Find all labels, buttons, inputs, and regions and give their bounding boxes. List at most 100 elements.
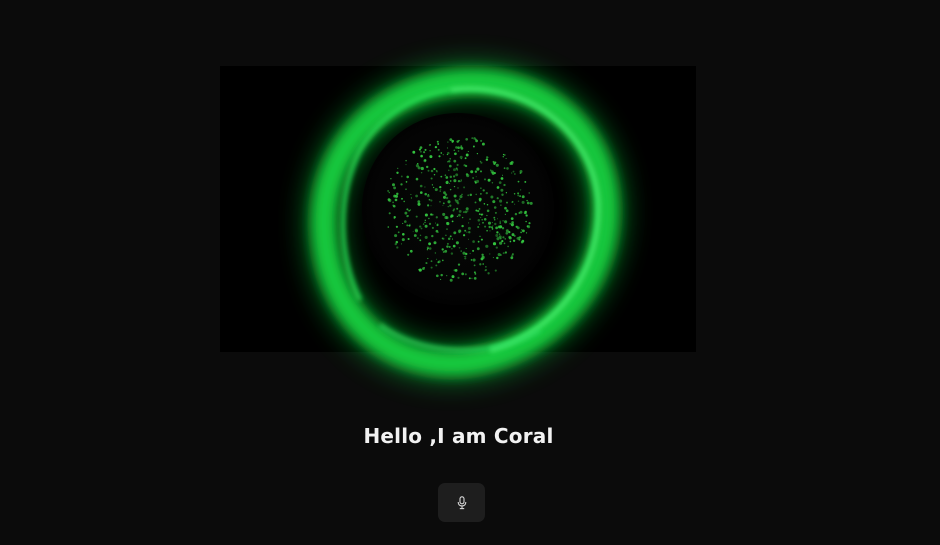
orb-particle bbox=[511, 253, 514, 256]
orb-particle bbox=[525, 220, 527, 223]
orb-particle bbox=[447, 205, 450, 208]
orb-particle bbox=[518, 238, 521, 241]
orb-particle bbox=[420, 227, 423, 230]
orb-particle bbox=[424, 213, 428, 217]
orb-particle bbox=[448, 160, 451, 163]
orb-particle bbox=[453, 179, 457, 183]
orb-particle bbox=[430, 177, 433, 180]
orb-particle bbox=[481, 253, 484, 256]
voice-orb bbox=[300, 50, 630, 390]
orb-particle bbox=[496, 218, 499, 220]
orb-particle bbox=[433, 241, 437, 245]
orb-particle bbox=[460, 181, 462, 183]
orb-particle bbox=[478, 213, 481, 215]
orb-particle bbox=[496, 256, 499, 260]
orb-particle bbox=[440, 188, 442, 190]
orb-particle bbox=[400, 175, 403, 178]
orb-particle bbox=[419, 234, 422, 237]
orb-particle bbox=[508, 230, 511, 234]
orb-particle bbox=[525, 214, 528, 217]
orb-particle bbox=[445, 180, 449, 185]
orb-particle bbox=[479, 192, 482, 195]
orb-particle bbox=[487, 272, 490, 275]
orb-particle bbox=[480, 139, 483, 142]
microphone-button[interactable] bbox=[438, 483, 485, 522]
orb-particle bbox=[483, 203, 486, 205]
orb-particle bbox=[407, 253, 410, 256]
orb-particle bbox=[474, 273, 477, 275]
orb-particle bbox=[428, 198, 431, 201]
orb-particle bbox=[489, 230, 491, 232]
orb-particle bbox=[471, 277, 473, 280]
orb-particle bbox=[422, 223, 425, 225]
orb-particle bbox=[470, 170, 474, 174]
orb-particle bbox=[470, 259, 473, 261]
orb-particle bbox=[502, 156, 504, 158]
orb-particle bbox=[455, 173, 459, 177]
orb-particle bbox=[442, 212, 446, 216]
orb-particle bbox=[431, 234, 434, 238]
orb-particle bbox=[520, 231, 522, 234]
orb-particle bbox=[397, 231, 400, 234]
orb-particle bbox=[528, 222, 531, 225]
orb-particle bbox=[417, 200, 421, 204]
orb-particle bbox=[460, 158, 462, 160]
orb-particle bbox=[473, 137, 476, 140]
orb-particle bbox=[478, 197, 482, 201]
orb-particle bbox=[457, 150, 460, 152]
orb-particle bbox=[499, 222, 501, 224]
orb-particle bbox=[505, 209, 509, 213]
orb-particle bbox=[519, 170, 523, 173]
orb-particle bbox=[512, 170, 515, 173]
orb-particle bbox=[401, 232, 405, 236]
orb-particle bbox=[435, 274, 439, 278]
orb-particle bbox=[468, 231, 471, 234]
orb-particle bbox=[457, 276, 460, 279]
orb-particle bbox=[514, 203, 516, 205]
orb-particle bbox=[424, 192, 427, 196]
orb-particle bbox=[515, 225, 519, 228]
orb-particle bbox=[494, 211, 497, 214]
orb-particle bbox=[509, 240, 512, 243]
orb-particle bbox=[392, 201, 395, 204]
orb-particle bbox=[457, 146, 460, 150]
orb-particle bbox=[461, 224, 464, 228]
orb-particle bbox=[418, 148, 421, 151]
orb-particle bbox=[474, 170, 478, 173]
orb-particle bbox=[469, 193, 473, 197]
greeting-text: Hello ,I am Coral bbox=[363, 424, 554, 448]
orb-particle bbox=[444, 193, 448, 196]
orb-particle bbox=[506, 201, 508, 204]
orb-particle bbox=[491, 226, 493, 229]
orb-particle bbox=[436, 170, 438, 173]
orb-particle bbox=[502, 174, 503, 176]
orb-particle bbox=[448, 164, 452, 168]
orb-particle bbox=[478, 223, 481, 225]
orb-particle bbox=[474, 180, 477, 183]
orb-particle bbox=[450, 252, 454, 255]
orb-particle bbox=[492, 225, 494, 227]
orb-particle bbox=[503, 242, 506, 245]
orb-particle bbox=[521, 195, 525, 199]
orb-particle bbox=[447, 200, 451, 204]
orb-particle bbox=[504, 206, 507, 210]
orb-particle bbox=[504, 238, 506, 240]
orb-particle bbox=[480, 213, 483, 216]
orb-particle bbox=[456, 215, 459, 218]
orb-particle bbox=[449, 204, 452, 207]
orb-particle bbox=[519, 236, 522, 238]
orb-particle bbox=[453, 194, 457, 198]
orb-particle bbox=[424, 235, 428, 239]
orb-particle bbox=[440, 273, 443, 277]
orb-particle bbox=[442, 195, 447, 199]
orb-particle bbox=[478, 207, 481, 210]
orb-particle bbox=[475, 176, 477, 178]
orb-particle bbox=[401, 238, 405, 242]
orb-particle bbox=[506, 167, 509, 170]
orb-particle bbox=[519, 195, 522, 198]
orb-particle bbox=[482, 189, 485, 192]
orb-particle bbox=[430, 199, 433, 202]
orb-particle bbox=[405, 164, 407, 166]
orb-particle bbox=[405, 159, 407, 162]
orb-particle bbox=[451, 220, 454, 223]
